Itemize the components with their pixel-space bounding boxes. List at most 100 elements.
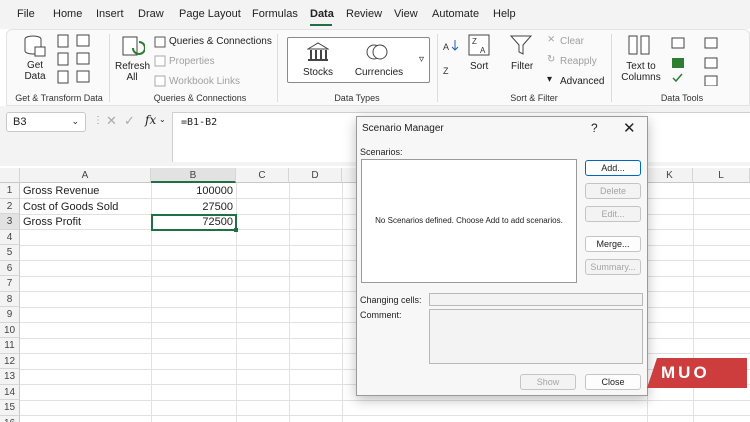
menu-draw[interactable]: Draw	[138, 8, 164, 20]
insert-function-icon[interactable]: fx	[145, 113, 156, 127]
comment-label: Comment:	[360, 310, 402, 320]
svg-text:A: A	[443, 42, 449, 52]
scenarios-list[interactable]: No Scenarios defined. Choose Add to add …	[361, 159, 577, 283]
workbook-links-button[interactable]: Workbook Links	[169, 76, 240, 87]
menu-view[interactable]: View	[394, 8, 418, 20]
reapply-icon: ↻	[547, 54, 556, 65]
column-header-d[interactable]: D	[289, 168, 342, 183]
group-label-queries: Queries & Connections	[153, 93, 247, 103]
grip-icon: ⋮	[93, 115, 103, 126]
queries-connections-button[interactable]: Queries & Connections	[169, 36, 272, 47]
scenarios-label: Scenarios:	[360, 147, 403, 157]
row-header-10[interactable]: 10	[0, 322, 20, 338]
cancel-icon[interactable]: ✕	[106, 113, 117, 129]
menu-review[interactable]: Review	[346, 8, 382, 20]
funnel-icon	[510, 35, 532, 55]
show-button[interactable]: Show	[520, 374, 576, 390]
fill-handle[interactable]	[234, 228, 238, 232]
gridline	[20, 399, 750, 401]
row-header-11[interactable]: 11	[0, 338, 20, 354]
text-to-columns-icon	[628, 35, 650, 55]
close-button[interactable]: Close	[585, 374, 641, 390]
menu-data[interactable]: Data	[310, 8, 334, 20]
clear-button[interactable]: Clear	[560, 36, 584, 47]
menu-formulas[interactable]: Formulas	[252, 8, 298, 20]
menu-bar: File Home Insert Draw Page Layout Formul…	[0, 0, 750, 29]
delete-button[interactable]: Delete	[585, 183, 641, 199]
select-all-corner[interactable]	[0, 168, 20, 183]
muo-watermark: MUO	[647, 358, 747, 388]
column-header-b[interactable]: B	[151, 168, 236, 183]
chevron-down-icon[interactable]: ⌄	[159, 115, 166, 124]
menu-automate[interactable]: Automate	[432, 8, 479, 20]
row-header-5[interactable]: 5	[0, 245, 20, 261]
row-header-12[interactable]: 12	[0, 353, 20, 369]
enter-icon[interactable]: ✓	[124, 113, 135, 129]
svg-text:A: A	[480, 46, 486, 55]
svg-text:Z: Z	[472, 37, 477, 46]
menu-page-layout[interactable]: Page Layout	[179, 8, 241, 20]
filter-label: Filter	[511, 61, 534, 72]
sort-label: Sort	[470, 61, 489, 72]
row-header-1[interactable]: 1	[0, 183, 20, 199]
menu-help[interactable]: Help	[493, 8, 516, 20]
row-header-8[interactable]: 8	[0, 291, 20, 307]
properties-button[interactable]: Properties	[169, 56, 215, 67]
row-header-9[interactable]: 9	[0, 307, 20, 323]
changing-cells-field	[429, 293, 643, 306]
cell-b1[interactable]: 100000	[151, 184, 233, 199]
row-header-14[interactable]: 14	[0, 384, 20, 400]
column-header-l[interactable]: L	[693, 168, 750, 183]
cell-a2[interactable]: Cost of Goods Sold	[23, 200, 118, 215]
database-icon	[24, 35, 46, 57]
ribbon: Get Data Get & Transform Data Refresh Al…	[6, 29, 750, 106]
currency-icon	[366, 44, 388, 60]
data-types-more-icon[interactable]: ▿	[419, 54, 424, 65]
cell-b3[interactable]: 72500	[151, 215, 233, 230]
column-header-c[interactable]: C	[236, 168, 289, 183]
group-label-data-tools: Data Tools	[660, 93, 704, 103]
dialog-title: Scenario Manager	[362, 123, 444, 134]
cell-a1[interactable]: Gross Revenue	[23, 184, 99, 199]
name-box[interactable]: B3 ⌄	[6, 112, 86, 132]
active-tab-indicator	[310, 24, 332, 26]
row-header-4[interactable]: 4	[0, 229, 20, 245]
import-icons[interactable]	[57, 34, 97, 86]
divider	[437, 34, 438, 102]
divider	[109, 34, 110, 102]
cell-b2[interactable]: 27500	[151, 200, 233, 215]
row-header-16[interactable]: 16	[0, 415, 20, 422]
menu-home[interactable]: Home	[53, 8, 82, 20]
data-tools-icons[interactable]	[671, 36, 721, 86]
add-button[interactable]: Add...	[585, 160, 641, 176]
help-icon[interactable]: ?	[591, 121, 598, 135]
row-header-3[interactable]: 3	[0, 214, 20, 230]
text-to-columns-label: Text to Columns	[621, 61, 661, 83]
group-label-sort-filter: Sort & Filter	[510, 93, 558, 103]
row-header-15[interactable]: 15	[0, 400, 20, 416]
refresh-label: Refresh All	[115, 61, 151, 83]
row-header-13[interactable]: 13	[0, 369, 20, 385]
menu-file[interactable]: File	[17, 8, 35, 20]
merge-button[interactable]: Merge...	[585, 236, 641, 252]
column-header-k[interactable]: K	[647, 168, 693, 183]
close-icon[interactable]: ✕	[623, 119, 636, 137]
summary-button[interactable]: Summary...	[585, 259, 641, 275]
get-data-label: Get Data	[24, 60, 46, 82]
scenario-manager-dialog: Scenario Manager ? ✕ Scenarios: No Scena…	[356, 116, 648, 396]
query-icons	[154, 36, 166, 87]
menu-insert[interactable]: Insert	[96, 8, 124, 20]
sort-az-icons[interactable]: A Z	[443, 36, 459, 80]
comment-field	[429, 309, 643, 364]
edit-button[interactable]: Edit...	[585, 206, 641, 222]
row-header-2[interactable]: 2	[0, 198, 20, 214]
row-header-6[interactable]: 6	[0, 260, 20, 276]
chevron-down-icon[interactable]: ⌄	[71, 116, 79, 127]
cell-a3[interactable]: Gross Profit	[23, 215, 81, 230]
column-header-a[interactable]: A	[20, 168, 151, 183]
reapply-button[interactable]: Reapply	[560, 56, 597, 67]
currencies-label: Currencies	[354, 67, 404, 78]
row-header-7[interactable]: 7	[0, 276, 20, 292]
advanced-button[interactable]: Advanced	[560, 76, 604, 87]
empty-message: No Scenarios defined. Choose Add to add …	[375, 216, 563, 225]
